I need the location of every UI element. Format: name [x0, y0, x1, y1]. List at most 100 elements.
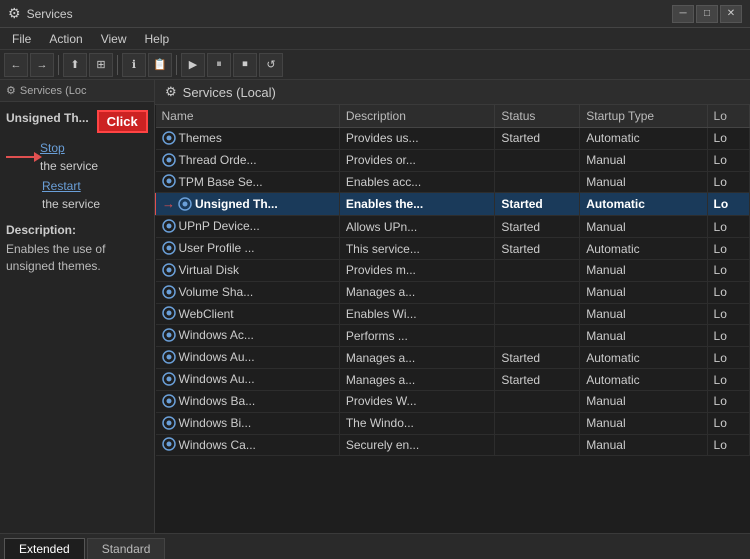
- service-icon: [162, 372, 176, 386]
- service-icon: [162, 263, 176, 277]
- toolbar-info[interactable]: ℹ: [122, 53, 146, 77]
- table-row[interactable]: User Profile ...This service...StartedAu…: [156, 238, 750, 260]
- col-startup: Startup Type: [580, 105, 707, 128]
- cell-startup: Manual: [580, 325, 707, 347]
- service-icon: [162, 131, 176, 145]
- table-row[interactable]: Windows Au...Manages a...StartedAutomati…: [156, 369, 750, 391]
- app-title: Services: [27, 7, 73, 21]
- sidebar-header: ⚙ Services (Loc: [0, 80, 154, 102]
- table-row[interactable]: Windows Ac...Performs ...ManualLo: [156, 325, 750, 347]
- services-table[interactable]: Name Description Status Startup Type Lo …: [155, 105, 750, 533]
- cell-description: Provides us...: [339, 128, 495, 150]
- cell-name: Virtual Disk: [156, 259, 340, 281]
- menu-file[interactable]: File: [4, 30, 39, 48]
- service-icon: [162, 153, 176, 167]
- table-row[interactable]: Windows Ca...Securely en...ManualLo: [156, 434, 750, 456]
- toolbar-export[interactable]: 📋: [148, 53, 172, 77]
- cell-status: [495, 149, 580, 171]
- menu-view[interactable]: View: [93, 30, 135, 48]
- stop-action-row: Stop the service: [40, 141, 98, 173]
- toolbar-pause[interactable]: ⏸: [207, 53, 231, 77]
- toolbar-stop[interactable]: ⏹: [233, 53, 257, 77]
- tab-extended[interactable]: Extended: [4, 538, 85, 559]
- cell-description: This service...: [339, 238, 495, 260]
- cell-description: Manages a...: [339, 369, 495, 391]
- cell-name: TPM Base Se...: [156, 171, 340, 193]
- table-row[interactable]: TPM Base Se...Enables acc...ManualLo: [156, 171, 750, 193]
- content-icon: ⚙: [165, 84, 177, 100]
- cell-description: Manages a...: [339, 281, 495, 303]
- tab-standard[interactable]: Standard: [87, 538, 166, 559]
- title-bar-left: ⚙ Services: [8, 5, 73, 22]
- cell-description: Provides or...: [339, 149, 495, 171]
- toolbar-show[interactable]: ⊞: [89, 53, 113, 77]
- restart-action-row: Restart the service: [42, 179, 148, 211]
- cell-loc: Lo: [707, 216, 749, 238]
- cell-status: Started: [495, 347, 580, 369]
- bottom-tabs: Extended Standard: [0, 533, 750, 559]
- cell-loc: Lo: [707, 347, 749, 369]
- cell-status: Started: [495, 238, 580, 260]
- cell-startup: Manual: [580, 216, 707, 238]
- cell-description: The Windo...: [339, 412, 495, 434]
- toolbar-up[interactable]: ⬆: [63, 53, 87, 77]
- stop-link[interactable]: Stop: [40, 141, 98, 155]
- menu-help[interactable]: Help: [137, 30, 178, 48]
- toolbar-back[interactable]: ←: [4, 53, 28, 77]
- toolbar-play[interactable]: ▶: [181, 53, 205, 77]
- cell-startup: Manual: [580, 259, 707, 281]
- cell-name: UPnP Device...: [156, 216, 340, 238]
- main-container: ⚙ Services (Loc Unsigned Th... Click Sto…: [0, 80, 750, 533]
- content-header: ⚙ Services (Local): [155, 80, 750, 105]
- toolbar-restart[interactable]: ↺: [259, 53, 283, 77]
- table-row[interactable]: WebClientEnables Wi...ManualLo: [156, 303, 750, 325]
- cell-name: Windows Au...: [156, 347, 340, 369]
- restore-button[interactable]: □: [696, 5, 718, 23]
- table-row[interactable]: UPnP Device...Allows UPn...StartedManual…: [156, 216, 750, 238]
- cell-name: Thread Orde...: [156, 149, 340, 171]
- cell-loc: Lo: [707, 128, 749, 150]
- cell-name: WebClient: [156, 303, 340, 325]
- cell-name: → Unsigned Th...: [156, 193, 340, 216]
- description-text: Enables the use of unsigned themes.: [6, 241, 148, 275]
- table-row[interactable]: ThemesProvides us...StartedAutomaticLo: [156, 128, 750, 150]
- toolbar-sep-2: [117, 55, 118, 75]
- menu-action[interactable]: Action: [41, 30, 90, 48]
- cell-name: Windows Bi...: [156, 412, 340, 434]
- toolbar-forward[interactable]: →: [30, 53, 54, 77]
- service-icon: [162, 416, 176, 430]
- table-row[interactable]: Windows Bi...The Windo...ManualLo: [156, 412, 750, 434]
- services-tbody: ThemesProvides us...StartedAutomaticLo T…: [156, 128, 750, 456]
- service-icon: [162, 285, 176, 299]
- cell-startup: Manual: [580, 149, 707, 171]
- minimize-button[interactable]: ─: [672, 5, 694, 23]
- cell-startup: Manual: [580, 390, 707, 412]
- table-row[interactable]: Volume Sha...Manages a...ManualLo: [156, 281, 750, 303]
- cell-status: [495, 281, 580, 303]
- content-area: ⚙ Services (Local) Name Description Stat…: [155, 80, 750, 533]
- restart-text: the service: [42, 197, 100, 211]
- restart-link[interactable]: Restart: [42, 179, 148, 193]
- cell-name: Windows Ca...: [156, 434, 340, 456]
- services-list: Name Description Status Startup Type Lo …: [155, 105, 750, 456]
- service-icon: [162, 219, 176, 233]
- cell-loc: Lo: [707, 171, 749, 193]
- service-icon: [162, 437, 176, 451]
- table-row[interactable]: → Unsigned Th...Enables the...StartedAut…: [156, 193, 750, 216]
- table-row[interactable]: Windows Ba...Provides W...ManualLo: [156, 390, 750, 412]
- cell-startup: Automatic: [580, 193, 707, 216]
- cell-description: Allows UPn...: [339, 216, 495, 238]
- table-header: Name Description Status Startup Type Lo: [156, 105, 750, 128]
- table-row[interactable]: Windows Au...Manages a...StartedAutomati…: [156, 347, 750, 369]
- cell-startup: Manual: [580, 412, 707, 434]
- close-button[interactable]: ✕: [720, 5, 742, 23]
- cell-loc: Lo: [707, 149, 749, 171]
- table-row[interactable]: Virtual DiskProvides m...ManualLo: [156, 259, 750, 281]
- cell-status: Started: [495, 128, 580, 150]
- table-row[interactable]: Thread Orde...Provides or... ManualLo: [156, 149, 750, 171]
- cell-loc: Lo: [707, 238, 749, 260]
- stop-text: the service: [40, 159, 98, 173]
- cell-description: Manages a...: [339, 347, 495, 369]
- cell-description: Enables Wi...: [339, 303, 495, 325]
- service-icon: [162, 306, 176, 320]
